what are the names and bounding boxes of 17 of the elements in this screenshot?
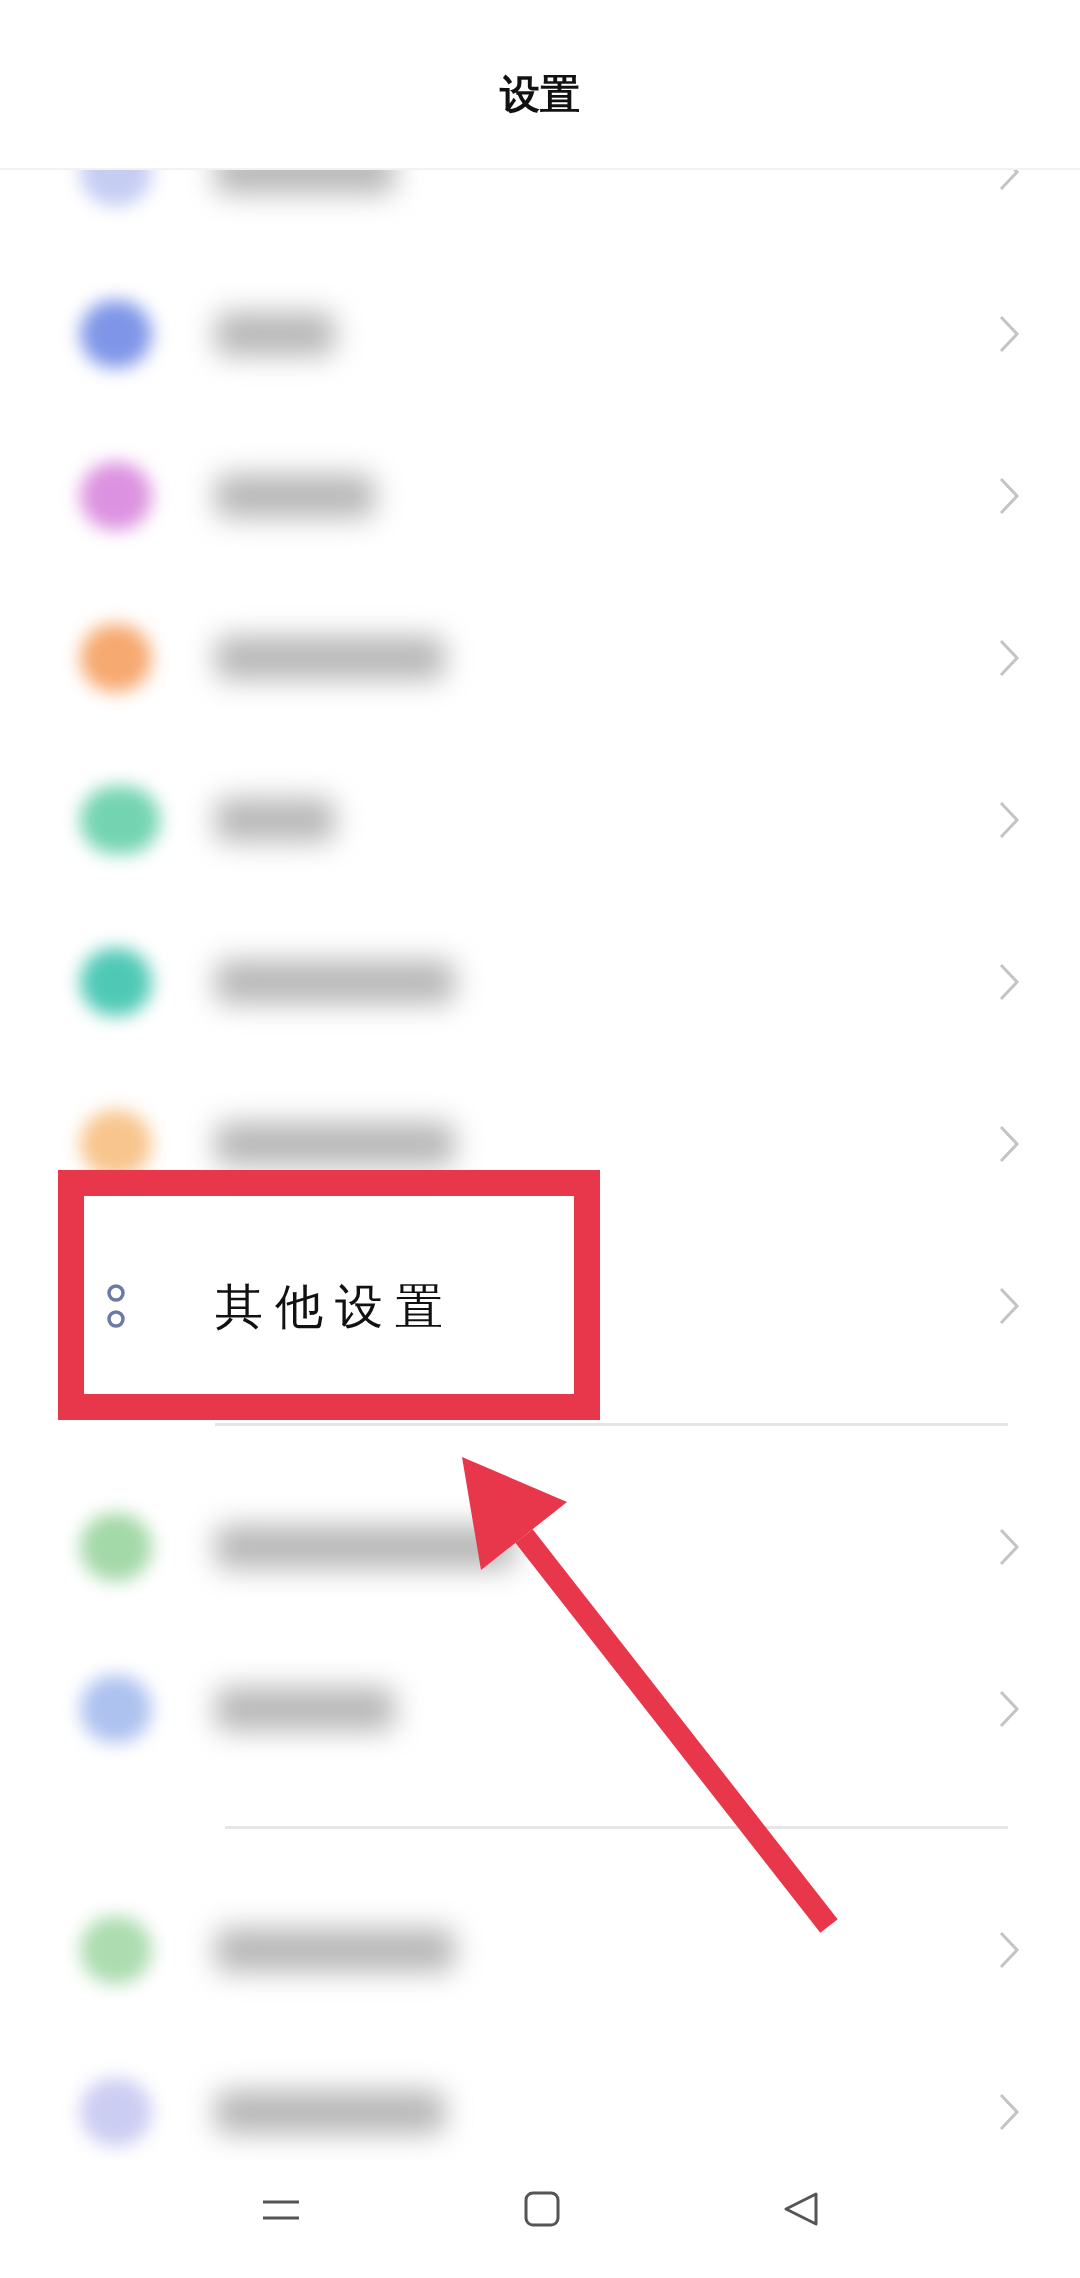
chevron-right-icon <box>998 1124 1020 1164</box>
settings-row[interactable]: 其他设置 <box>0 1225 1080 1387</box>
chevron-right-icon <box>998 800 1020 840</box>
chevron-right-icon <box>998 1527 1020 1567</box>
chevron-right-icon <box>998 1930 1020 1970</box>
chevron-right-icon <box>998 1286 1020 1326</box>
chevron-right-icon <box>998 314 1020 354</box>
home-icon[interactable] <box>524 2191 560 2227</box>
chevron-right-icon <box>998 2092 1020 2132</box>
two-circles-icon <box>107 1284 125 1328</box>
chevron-right-icon <box>998 638 1020 678</box>
chevron-right-icon <box>998 962 1020 1002</box>
back-icon[interactable] <box>782 2191 819 2227</box>
chevron-right-icon <box>998 1689 1020 1729</box>
page-title: 设置 <box>500 69 580 119</box>
row-label: 其他设置 <box>215 1277 455 1336</box>
chevron-right-icon <box>998 476 1020 516</box>
